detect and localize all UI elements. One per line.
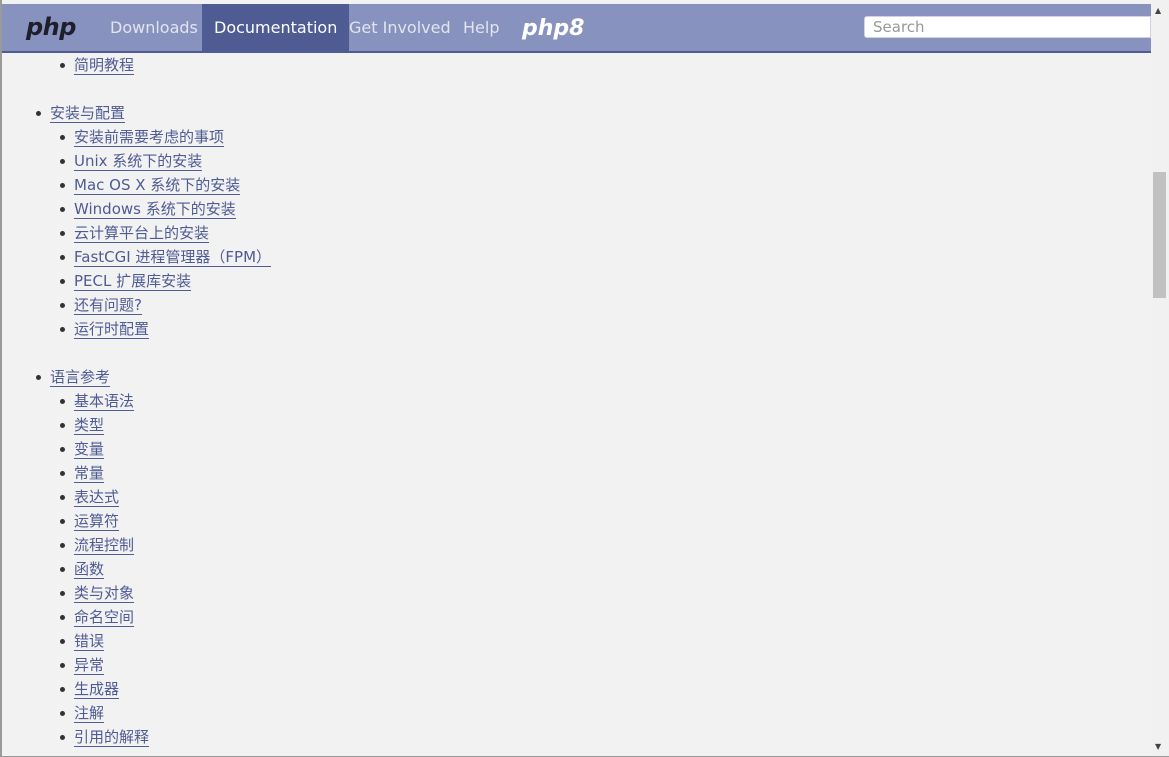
nav-label: Downloads [110, 18, 198, 37]
link-lang-item[interactable]: 流程控制 [74, 536, 135, 555]
link-lang-item[interactable]: 引用的解释 [74, 728, 150, 747]
bullet [60, 447, 65, 452]
link-lang-item[interactable]: 运算符 [74, 512, 120, 531]
link-lang-item[interactable]: 错误 [74, 632, 105, 651]
bullet [60, 495, 65, 500]
search-placeholder: Search [873, 18, 925, 36]
browser-viewport: php Downloads Documentation Get Involved… [0, 0, 1169, 757]
link-install-item[interactable]: 安装前需要考虑的事项 [74, 128, 225, 147]
bullet [60, 279, 65, 284]
bullet [36, 375, 41, 380]
bullet [60, 663, 65, 668]
nav-label: Get Involved [349, 18, 451, 37]
bullet [60, 423, 65, 428]
link-install-item[interactable]: Mac OS X 系统下的安装 [74, 176, 241, 195]
link-lang-item[interactable]: 基本语法 [74, 392, 135, 411]
bullet [60, 183, 65, 188]
bullet [60, 159, 65, 164]
bullet [60, 303, 65, 308]
php8-text: php8 [522, 15, 585, 41]
link-install-item[interactable]: Windows 系统下的安装 [74, 200, 236, 219]
link-lang-item[interactable]: 类型 [74, 416, 105, 435]
bullet [60, 135, 65, 140]
bullet [60, 519, 65, 524]
bullet [60, 63, 65, 68]
link-lang-item[interactable]: 常量 [74, 464, 105, 483]
bullet [60, 207, 65, 212]
bullet [60, 591, 65, 596]
bullet [60, 639, 65, 644]
link-lang-item[interactable]: 变量 [74, 440, 105, 459]
bullet [60, 687, 65, 692]
scroll-down-arrow-icon[interactable]: ▼ [1155, 742, 1161, 751]
link-language-section[interactable]: 语言参考 [50, 368, 111, 387]
nav-label: Help [463, 18, 500, 37]
link-lang-item[interactable]: 异常 [74, 656, 105, 675]
bullet [60, 231, 65, 236]
link-lang-item[interactable]: 函数 [74, 560, 105, 579]
bullet [36, 111, 41, 116]
logo-text: php [26, 13, 76, 41]
bullet [60, 471, 65, 476]
bullet [60, 543, 65, 548]
link-lang-item[interactable]: 生成器 [74, 680, 120, 699]
link-install-item[interactable]: FastCGI 进程管理器（FPM） [74, 248, 272, 267]
nav-get-involved[interactable]: Get Involved [349, 4, 451, 51]
link-install-item[interactable]: Unix 系统下的安装 [74, 152, 203, 171]
search-input[interactable]: Search [864, 16, 1151, 38]
nav-help[interactable]: Help [463, 4, 499, 51]
vertical-scrollbar[interactable] [1151, 0, 1169, 757]
bullet [60, 255, 65, 260]
top-navbar: php Downloads Documentation Get Involved… [2, 4, 1151, 51]
link-tutorial[interactable]: 简明教程 [74, 56, 135, 75]
nav-documentation[interactable]: Documentation [202, 4, 350, 51]
link-install-item[interactable]: 还有问题? [74, 296, 142, 315]
bullet [60, 735, 65, 740]
bullet [60, 615, 65, 620]
link-install-section[interactable]: 安装与配置 [50, 104, 126, 123]
bullet [60, 567, 65, 572]
link-install-item[interactable]: 云计算平台上的安装 [74, 224, 210, 243]
link-install-item[interactable]: 运行时配置 [74, 320, 150, 339]
link-lang-item[interactable]: 注解 [74, 704, 105, 723]
bullet [60, 399, 65, 404]
nav-downloads[interactable]: Downloads [110, 4, 198, 51]
link-lang-item[interactable]: 表达式 [74, 488, 120, 507]
scrollbar-thumb[interactable] [1153, 172, 1166, 298]
scroll-up-arrow-icon[interactable]: ▲ [1155, 6, 1161, 15]
bullet [60, 327, 65, 332]
link-lang-item[interactable]: 命名空间 [74, 608, 135, 627]
link-lang-item[interactable]: 类与对象 [74, 584, 135, 603]
php8-logo[interactable]: php8 [522, 14, 584, 42]
bullet [60, 711, 65, 716]
nav-label: Documentation [214, 18, 338, 37]
doc-index: 简明教程 安装与配置 安装前需要考虑的事项 Unix 系统下的安装 Mac OS… [0, 54, 1150, 756]
php-logo[interactable]: php [26, 13, 76, 41]
link-install-item[interactable]: PECL 扩展库安装 [74, 272, 192, 291]
